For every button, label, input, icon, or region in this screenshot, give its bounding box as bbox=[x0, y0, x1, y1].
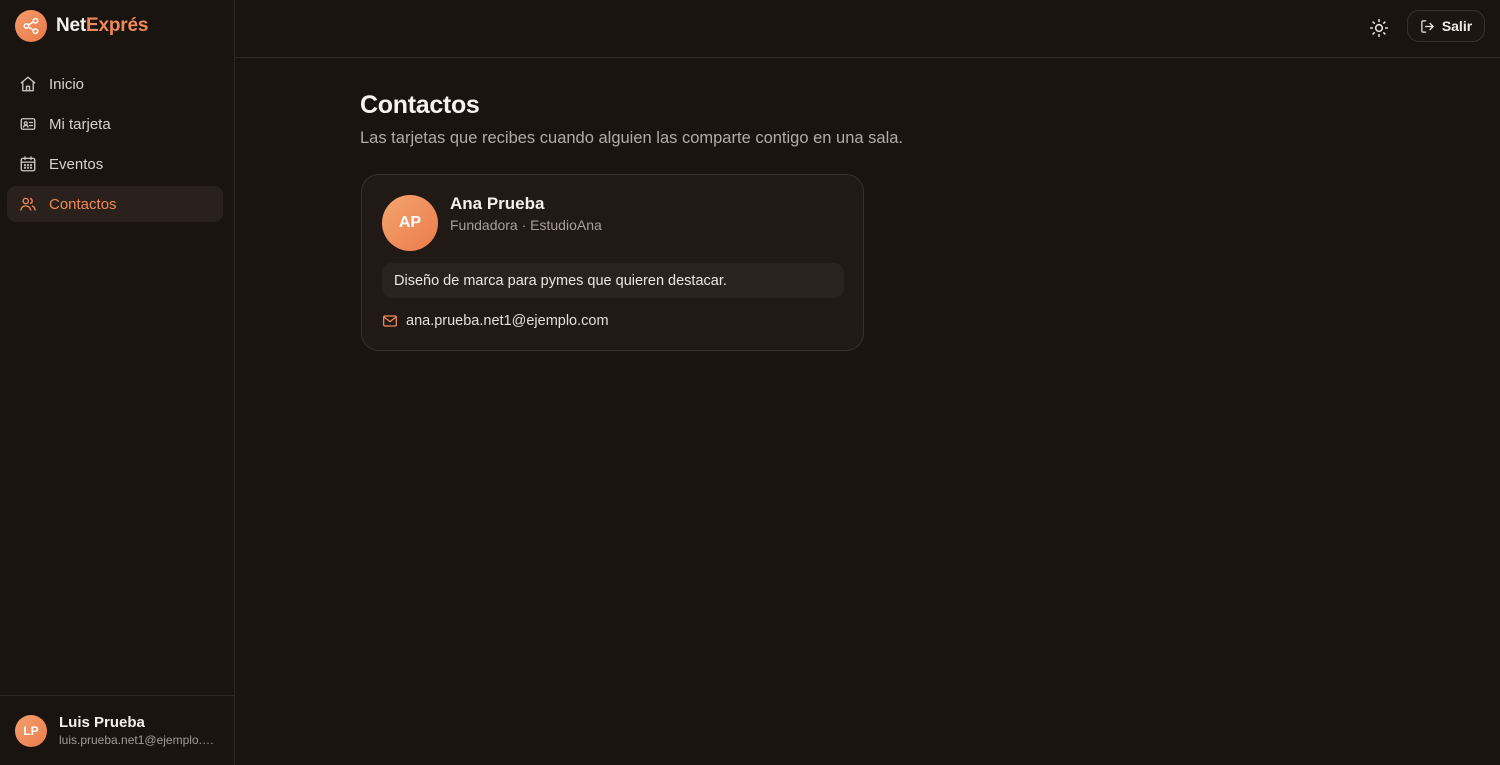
user-info: Luis Prueba luis.prueba.net1@ejemplo.com bbox=[59, 714, 219, 748]
sidebar-item-label: Inicio bbox=[49, 75, 85, 93]
main-content: Contactos Las tarjetas que recibes cuand… bbox=[360, 88, 1260, 351]
topbar: Salir bbox=[235, 0, 1500, 58]
sidebar-item-label: Mi tarjeta bbox=[49, 115, 111, 133]
sidebar-item-contactos[interactable]: Contactos bbox=[7, 186, 223, 222]
logout-label: Salir bbox=[1441, 18, 1473, 34]
user-name: Luis Prueba bbox=[59, 713, 145, 731]
sidebar-nav: Inicio Mi tarjeta Eventos Contactos bbox=[7, 66, 223, 226]
theme-toggle-button[interactable] bbox=[1365, 14, 1393, 42]
sun-icon bbox=[1369, 18, 1389, 38]
page-subtitle: Las tarjetas que recibes cuando alguien … bbox=[360, 129, 904, 147]
users-icon bbox=[19, 195, 37, 213]
sidebar: NetExprés Inicio Mi tarjeta Eventos Cont… bbox=[0, 0, 235, 765]
home-icon bbox=[19, 75, 37, 93]
sidebar-item-label: Contactos bbox=[49, 195, 117, 213]
share-icon bbox=[15, 10, 47, 42]
mail-icon bbox=[382, 313, 398, 329]
avatar: LP bbox=[15, 714, 47, 747]
avatar: AP bbox=[382, 195, 438, 251]
contact-email: ana.prueba.net1@ejemplo.com bbox=[406, 313, 609, 329]
brand-name-part1: Net bbox=[56, 15, 87, 36]
sidebar-item-eventos[interactable]: Eventos bbox=[7, 146, 223, 182]
logout-button[interactable]: Salir bbox=[1407, 10, 1485, 42]
contact-name: Ana Prueba bbox=[450, 194, 545, 213]
calendar-icon bbox=[19, 155, 37, 173]
contact-email-link[interactable]: ana.prueba.net1@ejemplo.com bbox=[382, 311, 609, 331]
logout-icon bbox=[1420, 19, 1435, 34]
brand-name-part2: Exprés bbox=[86, 15, 149, 36]
brand-name: NetExprés bbox=[56, 15, 148, 37]
sidebar-item-inicio[interactable]: Inicio bbox=[7, 66, 223, 102]
app-root: NetExprés Inicio Mi tarjeta Eventos Cont… bbox=[0, 0, 1500, 765]
contact-bio: Diseño de marca para pymes que quieren d… bbox=[382, 263, 844, 298]
brand[interactable]: NetExprés bbox=[15, 10, 148, 42]
page-title: Contactos bbox=[360, 91, 480, 119]
contact-role: Fundadora · EstudioAna bbox=[450, 217, 602, 233]
sidebar-item-label: Eventos bbox=[49, 155, 104, 173]
user-email: luis.prueba.net1@ejemplo.com bbox=[59, 732, 215, 747]
user-panel[interactable]: LP Luis Prueba luis.prueba.net1@ejemplo.… bbox=[0, 695, 234, 765]
sidebar-item-mi-tarjeta[interactable]: Mi tarjeta bbox=[7, 106, 223, 142]
id-card-icon bbox=[19, 115, 37, 133]
contact-card[interactable]: AP Ana Prueba Fundadora · EstudioAna Dis… bbox=[361, 174, 864, 351]
